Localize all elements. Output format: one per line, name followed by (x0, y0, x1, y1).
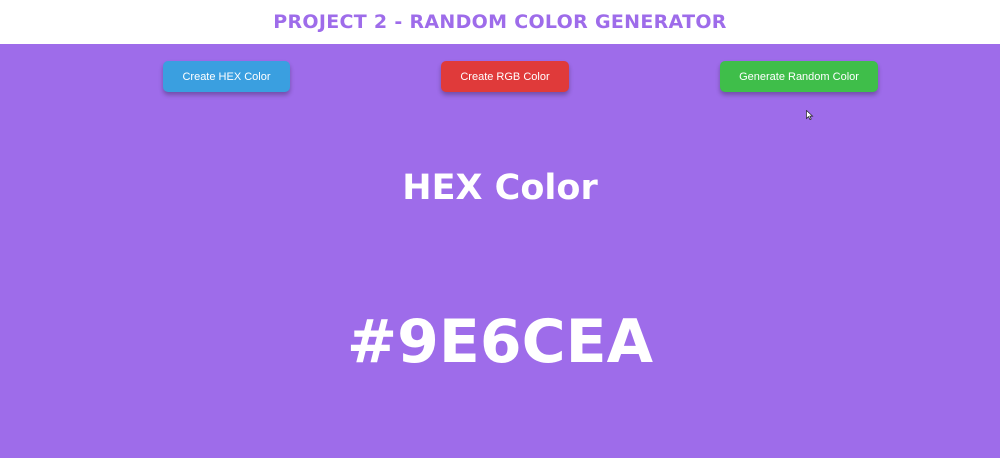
color-mode-title: HEX Color (402, 168, 598, 208)
page-title: PROJECT 2 - RANDOM COLOR GENERATOR (273, 11, 727, 33)
create-rgb-color-button[interactable]: Create RGB Color (441, 61, 569, 92)
create-hex-color-button[interactable]: Create HEX Color (163, 61, 290, 92)
header-bar: PROJECT 2 - RANDOM COLOR GENERATOR (0, 0, 1000, 44)
mouse-pointer-icon (806, 110, 814, 120)
color-stage: Create HEX Color Create RGB Color Genera… (0, 44, 1000, 458)
color-value-text: #9E6CEA (346, 307, 654, 377)
generate-random-color-button[interactable]: Generate Random Color (720, 61, 878, 92)
